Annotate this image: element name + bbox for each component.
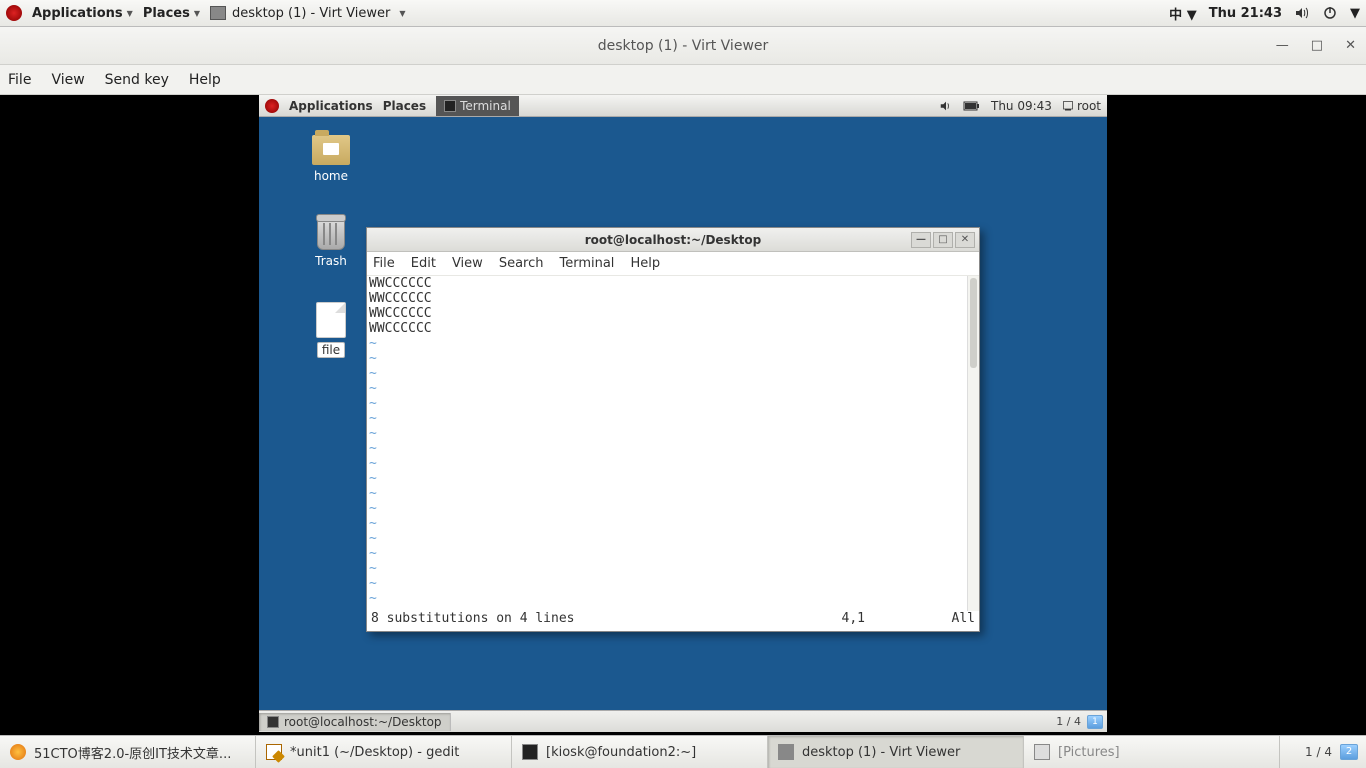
term-icon	[522, 744, 538, 760]
host-workspace-label: 1 / 4	[1305, 745, 1332, 759]
terminal-close-button[interactable]: ✕	[955, 232, 975, 248]
host-places-menu[interactable]: Places▼	[143, 6, 200, 21]
host-task-4[interactable]: [Pictures]	[1024, 736, 1280, 768]
distro-logo-icon	[6, 5, 22, 21]
menu-file[interactable]: File	[8, 72, 31, 88]
host-bottom-panel: 51CTO博客2.0-原创IT技术文章...*unit1 (~/Desktop)…	[0, 735, 1366, 768]
guest-workspace-switcher[interactable]: 1	[1087, 715, 1103, 729]
guest-user-icon[interactable]: root	[1062, 99, 1101, 113]
ime-indicator[interactable]: 中 ▼	[1169, 4, 1197, 23]
virtviewer-title: desktop (1) - Virt Viewer	[598, 38, 769, 54]
host-task-virtviewer[interactable]: desktop (1) - Virt Viewer▼	[210, 6, 406, 21]
desktop-icon-home[interactable]: home	[301, 135, 361, 183]
terminal-menubar: File Edit View Search Terminal Help	[367, 252, 979, 276]
window-close-button[interactable]: ✕	[1345, 38, 1356, 53]
term-menu-view[interactable]: View	[452, 256, 483, 271]
term-menu-edit[interactable]: Edit	[411, 256, 436, 271]
virtviewer-menubar: File View Send key Help	[0, 65, 1366, 95]
terminal-status-line: 8 substitutions on 4 lines 4,1 All	[367, 611, 979, 631]
menu-sendkey[interactable]: Send key	[105, 72, 169, 88]
terminal-icon	[444, 100, 456, 112]
terminal-maximize-button[interactable]: □	[933, 232, 953, 248]
host-workspace-switcher[interactable]: 2	[1340, 744, 1358, 760]
terminal-minimize-button[interactable]: —	[911, 232, 931, 248]
session-menu-caret[interactable]: ▼	[1350, 6, 1360, 21]
menu-help[interactable]: Help	[189, 72, 221, 88]
ff-icon	[10, 744, 26, 760]
guest-volume-icon[interactable]	[939, 99, 953, 113]
term-menu-terminal[interactable]: Terminal	[559, 256, 614, 271]
menu-view[interactable]: View	[51, 72, 84, 88]
host-applications-menu[interactable]: Applications▼	[32, 6, 133, 21]
guest-task-terminal[interactable]: Terminal	[436, 96, 519, 116]
terminal-titlebar[interactable]: root@localhost:~/Desktop — □ ✕	[367, 228, 979, 252]
term-menu-help[interactable]: Help	[630, 256, 660, 271]
host-task-0[interactable]: 51CTO博客2.0-原创IT技术文章...	[0, 736, 256, 768]
guest-clock[interactable]: Thu 09:43	[991, 99, 1052, 113]
guest-bottom-task-terminal[interactable]: root@localhost:~/Desktop	[259, 713, 451, 731]
guest-applications-menu[interactable]: Applications	[289, 99, 373, 113]
host-top-panel: Applications▼ Places▼ desktop (1) - Virt…	[0, 0, 1366, 27]
window-icon	[210, 6, 226, 20]
trash-icon	[317, 218, 345, 250]
term-menu-search[interactable]: Search	[499, 256, 544, 271]
guest-distro-logo-icon	[265, 99, 279, 113]
host-task-2[interactable]: [kiosk@foundation2:~]	[512, 736, 768, 768]
guest-desktop[interactable]: Applications Places Terminal Thu 09:43 r…	[259, 95, 1107, 732]
host-clock[interactable]: Thu 21:43	[1209, 6, 1282, 21]
vm-display-area: Applications Places Terminal Thu 09:43 r…	[0, 95, 1366, 735]
power-icon[interactable]	[1322, 5, 1338, 21]
window-minimize-button[interactable]: —	[1276, 38, 1289, 53]
term-menu-file[interactable]: File	[373, 256, 395, 271]
folder-home-icon	[312, 135, 350, 165]
folder-icon	[1034, 744, 1050, 760]
file-icon	[316, 302, 346, 338]
terminal-window: root@localhost:~/Desktop — □ ✕ File Edit…	[366, 227, 980, 632]
guest-places-menu[interactable]: Places	[383, 99, 426, 113]
win-icon	[778, 744, 794, 760]
desktop-icon-file[interactable]: file	[301, 302, 361, 358]
host-task-1[interactable]: *unit1 (~/Desktop) - gedit	[256, 736, 512, 768]
virtviewer-titlebar[interactable]: desktop (1) - Virt Viewer — □ ✕	[0, 27, 1366, 65]
guest-bottom-panel: root@localhost:~/Desktop 1 / 4 1	[259, 710, 1107, 732]
guest-workspace-label: 1 / 4	[1056, 715, 1081, 728]
terminal-body[interactable]: WWCCCCCCWWCCCCCCWWCCCCCCWWCCCCCC~~~~~~~~…	[367, 276, 979, 611]
desktop-icon-trash[interactable]: Trash	[301, 218, 361, 268]
gedit-icon	[266, 744, 282, 760]
terminal-scrollbar[interactable]	[967, 276, 979, 611]
volume-icon[interactable]	[1294, 5, 1310, 21]
window-maximize-button[interactable]: □	[1311, 38, 1323, 53]
terminal-icon	[267, 716, 279, 728]
host-task-3[interactable]: desktop (1) - Virt Viewer	[768, 736, 1024, 768]
guest-battery-icon[interactable]	[963, 100, 981, 112]
guest-top-panel: Applications Places Terminal Thu 09:43 r…	[259, 95, 1107, 117]
